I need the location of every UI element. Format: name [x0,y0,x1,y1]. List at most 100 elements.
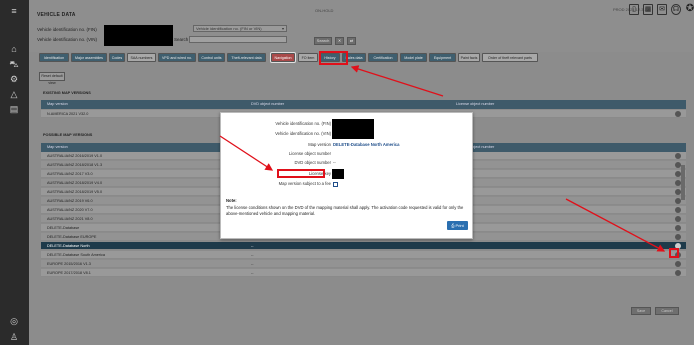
row-map-version: AUSTRALIA/NZ 2018/2019 V5.0 [47,190,103,194]
row-action-icon[interactable] [675,225,681,231]
cancel-button[interactable]: Cancel [655,307,679,315]
modal-dvd-object-label: DVD object number [294,160,331,165]
tab-certification[interactable]: Certification [368,53,398,62]
row-dvd: -- [251,244,254,248]
home-icon[interactable]: ⌂ [8,44,20,54]
row-map-version: AUSTRALIA/NZ 2018/2019 V4.0 [47,181,103,185]
tab-model-plate[interactable]: Model plate [400,53,427,62]
identifier-select-value: Vehicle identification no. (FIN or VIN) [196,26,262,31]
tab-theft-relevant-data[interactable]: Theft-relevant data [227,53,266,62]
brand-logo-icon: ✪ [685,3,694,14]
row-map-version: DELETE-Database EUROPE [47,235,97,239]
row-map-version: N.AMERICA 2021 V32.0 [47,112,89,116]
row-map-version: AUSTRALIA/NZ 2019 V6.0 [47,199,93,203]
col-map-version-2[interactable]: Map version [47,143,68,152]
row-dvd: -- [251,253,254,257]
modal-license-object-row: License object number [221,151,474,159]
existing-grid-header: Map version DVD object number License ob… [41,100,686,109]
row-action-icon[interactable] [675,234,681,240]
row-action-icon[interactable] [675,207,681,213]
tab-navigation[interactable]: Navigation [271,53,295,62]
redacted-vin [104,25,173,46]
help-icon[interactable]: ◎ [8,316,20,326]
save-button[interactable]: Save [631,307,651,315]
calendar-icon[interactable]: ▦ [643,4,653,15]
printer-icon: ⎙ [451,223,455,228]
row-map-version: AUSTRALIA/NZ 2016/2019 V1.0 [47,154,103,158]
settings-icon[interactable]: ⚙ [8,74,20,84]
row-action-icon[interactable] [675,153,681,159]
tab-vpd[interactable]: VPD and wired no. [158,53,196,62]
row-map-version: AUSTRALIA/NZ 2017 V3.0 [47,172,93,176]
tab-order-theft-parts[interactable]: Order of theft relevant parts [482,53,538,62]
modal-vin-row: Vehicle identification no. (VIN) [221,131,474,139]
swap-button[interactable]: ⇄ [347,37,356,45]
tab-fo-item[interactable]: FO item [298,53,318,62]
row-map-version: EUROPE 2015/2016 V1.3 [47,262,91,266]
center-caption: ON-HOLD [315,8,334,13]
tab-major-assemblies[interactable]: Major assemblies [71,53,107,62]
car-icon[interactable]: ⛍ [8,59,20,69]
header-area: Vehicle data ON-HOLD PROD 2021 12.3.1-0 … [29,0,694,52]
row-map-version: DELETE-Database South America [47,253,106,257]
modal-license-key-row: License key [221,171,474,179]
col-license-object[interactable]: License object number [456,100,494,109]
page-title: Vehicle data [37,12,76,18]
tab-control-units[interactable]: Control units [198,53,225,62]
print-button[interactable]: ⎙ Print [447,221,468,230]
mail-icon[interactable]: ✉ [657,4,667,15]
document-icon[interactable]: ▤ [8,104,20,114]
row-map-version: AUSTRALIA/NZ 2018/2018 V1.3 [47,163,103,167]
row-map-version: EUROPE 2017/2018 V8.1 [47,271,91,275]
vin-label: Vehicle identification no. (VIN) [37,37,98,42]
modal-fee-row: Map version subject to a fee [221,181,474,189]
redacted-license-key [332,169,344,179]
reset-default-view-button[interactable]: Reset default view [39,72,65,85]
col-dvd-object[interactable]: DVD object number [251,100,284,109]
row-dvd: -- [251,262,254,266]
row-map-version: DELETE-Database [47,226,80,230]
modal-dvd-object-row: DVD object number -- [221,160,474,168]
identifier-select[interactable]: Vehicle identification no. (FIN or VIN) [193,25,287,32]
row-dvd: -- [251,271,254,275]
search-input[interactable] [189,36,287,43]
table-row-selected[interactable]: DELETE-Database North -- [41,242,686,250]
row-action-icon[interactable] [675,111,681,117]
modal-license-object-label: License object number [288,151,331,156]
license-key-highlight [277,169,325,178]
fee-checkbox[interactable] [333,182,338,187]
row-action-highlight [669,248,679,258]
tab-equipment[interactable]: Equipment [429,53,456,62]
navigation-tab-highlight [319,51,348,65]
tab-paint-facts[interactable]: Paint facts [458,53,480,62]
grid-scrollbar[interactable] [681,165,685,200]
clipboard-icon[interactable]: ▯ [629,4,639,15]
table-row[interactable]: EUROPE 2017/2018 V8.1 -- [41,269,686,277]
support-icon[interactable]: ☊ [671,4,681,15]
row-action-icon[interactable] [675,270,681,276]
col-map-version[interactable]: Map version [47,100,68,109]
clear-button[interactable]: ✕ [335,37,344,45]
warning-icon[interactable]: △ [8,89,20,99]
row-action-icon[interactable] [675,216,681,222]
modal-note-title: Note: [226,198,237,203]
table-row[interactable]: DELETE-Database South America -- [41,251,686,259]
row-map-version: DELETE-Database North [47,244,90,248]
search-button[interactable]: Search [314,37,332,45]
user-icon[interactable]: ♙ [8,332,20,342]
tab-identification[interactable]: Identification [39,53,69,62]
tab-codes[interactable]: Codes [109,53,125,62]
toolbar-icons: ▯ ▦ ✉ ☊ ✪ [629,4,694,18]
existing-section-title: Existing map versions [43,91,91,95]
tab-bar: Identification Major assemblies Codes SA… [39,53,689,63]
tab-saa-numbers[interactable]: SAA numbers [127,53,156,62]
modal-note-text: The license conditions shown on the DVD … [226,205,464,216]
menu-icon[interactable]: ≡ [8,6,20,16]
fin-label: Vehicle identification no. (FIN) [37,27,97,32]
table-row[interactable]: EUROPE 2015/2016 V1.3 -- [41,260,686,268]
modal-vin-label: Vehicle identification no. (VIN) [275,131,331,136]
print-button-label: Print [455,223,464,228]
row-action-icon[interactable] [675,261,681,267]
license-dialog: Vehicle identification no. (FIN) Vehicle… [220,112,473,239]
row-map-version: AUSTRALIA/NZ 2021 V8.0 [47,217,93,221]
